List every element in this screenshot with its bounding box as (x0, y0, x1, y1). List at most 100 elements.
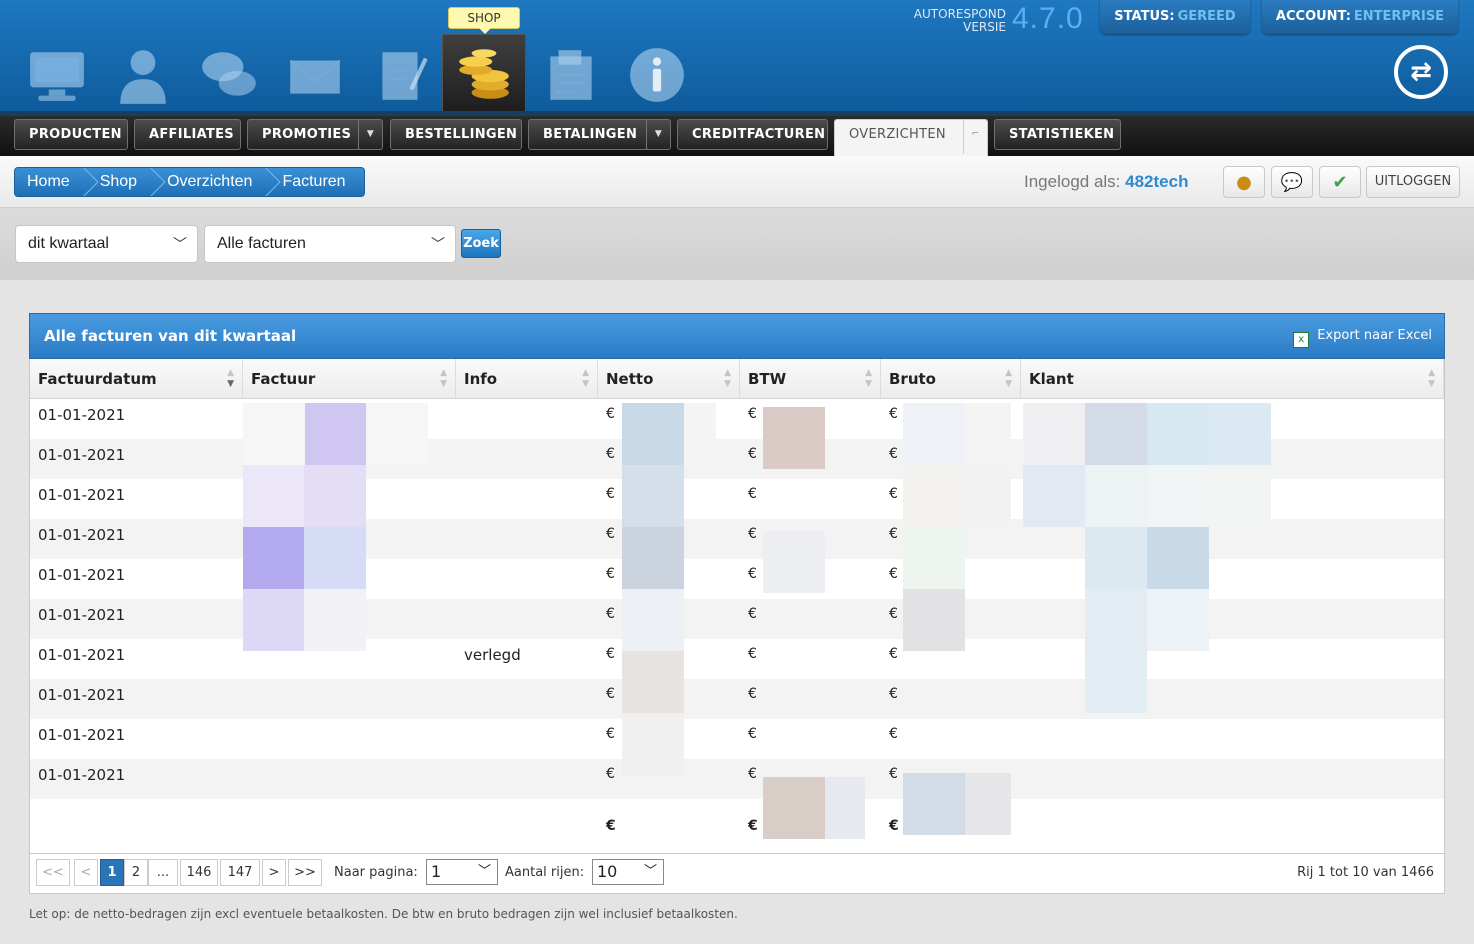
invoice-date: 01-01-2021 (38, 766, 126, 784)
tab-bestellingen[interactable]: BESTELLINGEN (390, 119, 522, 150)
coins-icon[interactable]: ● (1223, 166, 1265, 198)
btw-currency: € (748, 606, 757, 622)
prev-page-button[interactable]: < (74, 859, 98, 886)
col-header-factuurdatum[interactable]: Factuurdatum ▲ ▼ (30, 359, 243, 399)
col-header-klant[interactable]: Klant ▲ ▼ (1021, 359, 1444, 399)
logout-button[interactable]: UITLOGGEN (1366, 166, 1460, 198)
account-badge: ACCOUNT: ENTERPRISE (1262, 0, 1458, 34)
coins-icon (449, 39, 519, 109)
btw-currency: € (748, 686, 757, 702)
table-row[interactable]: 01-01-2021 € € € (30, 559, 1444, 599)
netto-currency: € (606, 566, 615, 582)
chevron-down-icon[interactable]: ▼ (646, 120, 670, 149)
col-header-info[interactable]: Info ▲ ▼ (456, 359, 598, 399)
tab-creditfacturen[interactable]: CREDITFACTUREN (677, 119, 828, 150)
login-info: Ingelogd als: 482tech (1024, 172, 1189, 191)
next-page-button[interactable]: > (262, 859, 286, 886)
table-row[interactable]: 01-01-2021 € € € (30, 599, 1444, 639)
col-header-netto[interactable]: Netto ▲ ▼ (598, 359, 740, 399)
breadcrumb-facturen[interactable]: Facturen (270, 168, 363, 196)
goto-page-select[interactable]: 1 ﹀ (426, 859, 498, 885)
page-ellipsis: ... (148, 859, 178, 886)
page-button[interactable]: 2 (124, 859, 148, 886)
invoice-table: Factuurdatum ▲ ▼ Factuur ▲ ▼ Info ▲ ▼ Netto ▲ ▼ … (29, 359, 1445, 854)
btw-currency: € (748, 486, 757, 502)
btw-currency: € (748, 526, 757, 542)
info-icon[interactable] (622, 40, 692, 110)
netto-currency: € (606, 446, 615, 462)
sort-icon[interactable]: ▲ ▼ (227, 368, 234, 390)
invoice-date: 01-01-2021 (38, 446, 126, 464)
col-header-btw[interactable]: BTW ▲ ▼ (740, 359, 881, 399)
table-row[interactable]: 01-01-2021 € € € (30, 479, 1444, 519)
netto-currency: € (606, 526, 615, 542)
sort-icon[interactable]: ▲ ▼ (724, 368, 731, 390)
tab-producten[interactable]: PRODUCTEN (14, 119, 128, 150)
sort-icon[interactable]: ▲ ▼ (582, 368, 589, 390)
tab-affiliates[interactable]: AFFILIATES (134, 119, 241, 150)
btw-currency: € (748, 566, 757, 582)
table-row[interactable]: 01-01-2021 € € € (30, 679, 1444, 719)
table-row[interactable]: 01-01-2021 € € € (30, 719, 1444, 759)
monitor-icon[interactable] (22, 40, 92, 110)
table-row[interactable]: 01-01-2021 verlegd € € € (30, 639, 1444, 679)
export-excel-link[interactable]: x Export naar Excel (1293, 328, 1432, 348)
panel-header: Alle facturen van dit kwartaal x Export n… (29, 313, 1445, 359)
floppy-form-icon[interactable] (536, 40, 606, 110)
rows-per-page-select[interactable]: 10 ﹀ (592, 859, 664, 885)
page-button[interactable]: 1 (100, 859, 124, 886)
sort-icon[interactable]: ▲ ▼ (1005, 368, 1012, 390)
page-button[interactable]: 147 (220, 859, 260, 886)
shop-tooltip: SHOP (448, 7, 520, 34)
table-row[interactable]: 01-01-2021 € € € (30, 439, 1444, 479)
table-row[interactable]: 01-01-2021 € € € (30, 399, 1444, 439)
invoice-info (456, 599, 464, 639)
tab-overzichten[interactable]: OVERZICHTEN ⌐ (834, 119, 988, 156)
bruto-currency: € (889, 566, 898, 582)
invoice-type-select[interactable]: Alle facturen ﹀ (204, 225, 456, 263)
tab-statistieken[interactable]: STATISTIEKEN (994, 119, 1121, 150)
sort-icon[interactable]: ▲ ▼ (440, 368, 447, 390)
col-header-bruto[interactable]: Bruto ▲ ▼ (881, 359, 1021, 399)
bruto-currency: € (889, 686, 898, 702)
breadcrumb-home[interactable]: Home (15, 168, 88, 196)
goto-page-label: Naar pagina: (334, 865, 418, 880)
page-button[interactable]: 146 (180, 859, 218, 886)
tab-promoties[interactable]: PROMOTIES ▼ (247, 119, 383, 150)
shop-tile[interactable] (442, 34, 526, 116)
document-pen-icon[interactable] (366, 40, 436, 110)
chevron-down-icon: ﹀ (643, 864, 657, 879)
chevron-down-icon[interactable]: ⌐ (963, 120, 987, 154)
last-page-button[interactable]: >> (288, 859, 322, 886)
check-icon[interactable]: ✔ (1319, 166, 1361, 198)
invoice-date: 01-01-2021 (38, 606, 126, 624)
bruto-currency: € (889, 486, 898, 502)
user-icon[interactable] (108, 40, 178, 110)
table-body: 01-01-2021 € € €01-01-2021 € € €01-01-2021 € € €0… (30, 399, 1444, 799)
speech-bubble-icon[interactable]: 💬 (1271, 166, 1313, 198)
brand-logo-icon[interactable]: ⇄ (1394, 45, 1448, 99)
panel-title: Alle facturen van dit kwartaal (44, 327, 297, 345)
period-select[interactable]: dit kwartaal ﹀ (15, 225, 198, 263)
bruto-currency: € (889, 526, 898, 542)
btw-currency: € (748, 446, 757, 462)
chevron-down-icon: ﹀ (173, 236, 187, 252)
breadcrumb-overzichten[interactable]: Overzichten (155, 168, 270, 196)
breadcrumb-shop[interactable]: Shop (88, 168, 155, 196)
sort-icon[interactable]: ▲ ▼ (1428, 368, 1435, 390)
table-row[interactable]: 01-01-2021 € € € (30, 759, 1444, 799)
table-row[interactable]: 01-01-2021 € € € (30, 519, 1444, 559)
netto-currency: € (606, 686, 615, 702)
bruto-currency: € (889, 766, 898, 782)
sort-icon[interactable]: ▲ ▼ (865, 368, 872, 390)
footnote: Let op: de netto-bedragen zijn excl even… (29, 907, 738, 921)
chat-icon[interactable] (194, 40, 264, 110)
chevron-down-icon: ﹀ (431, 236, 445, 252)
chevron-down-icon[interactable]: ▼ (358, 120, 382, 149)
col-header-factuur[interactable]: Factuur ▲ ▼ (243, 359, 456, 399)
envelope-icon[interactable] (280, 40, 350, 110)
main-nav: PRODUCTEN AFFILIATES PROMOTIES ▼ BESTELLI… (0, 116, 1474, 156)
first-page-button[interactable]: << (36, 859, 70, 886)
search-button[interactable]: Zoek (461, 229, 501, 258)
tab-betalingen[interactable]: BETALINGEN ▼ (528, 119, 671, 150)
